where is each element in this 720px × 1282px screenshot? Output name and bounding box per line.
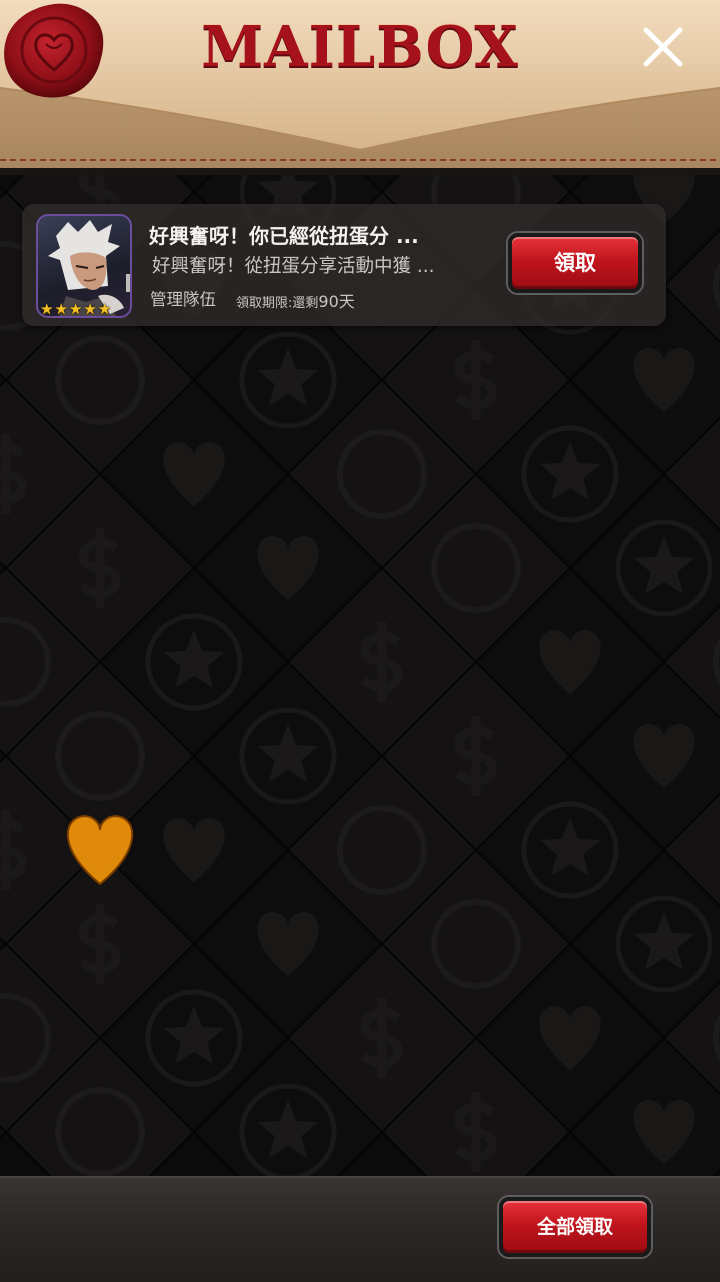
- background-diamond-grid: [0, 96, 720, 1228]
- wax-seal-icon: [4, 3, 104, 98]
- star-icon: ★: [97, 300, 112, 318]
- star-icon: ★: [83, 300, 97, 318]
- expire-label: 領取期限:還剩: [236, 296, 319, 311]
- mail-title: 好興奮呀！你已經從扭蛋分 ...: [149, 224, 419, 248]
- star-icon: ★: [68, 300, 83, 318]
- sender-avatar: ★ ★ ★ ★ ★: [36, 214, 132, 318]
- page-title: MAILBOX: [201, 14, 519, 80]
- mailbox-header: MAILBOX: [0, 0, 720, 175]
- claim-all-button[interactable]: 全部領取: [499, 1197, 651, 1257]
- close-icon: [643, 27, 683, 67]
- star-icon: ★: [54, 300, 68, 318]
- mail-preview: 好興奮呀！從扭蛋分享活動中獲 ...: [152, 256, 435, 277]
- expire-value: 90天: [318, 292, 355, 311]
- claim-button[interactable]: 領取: [508, 233, 642, 293]
- background-pattern: [0, 0, 720, 1280]
- close-button[interactable]: [638, 22, 688, 72]
- rarity-stars: ★ ★ ★ ★ ★: [40, 302, 111, 317]
- mail-sender: 管理隊伍: [150, 290, 216, 309]
- star-icon: ★: [40, 300, 54, 318]
- mail-expiration: 領取期限:還剩90天: [236, 288, 355, 312]
